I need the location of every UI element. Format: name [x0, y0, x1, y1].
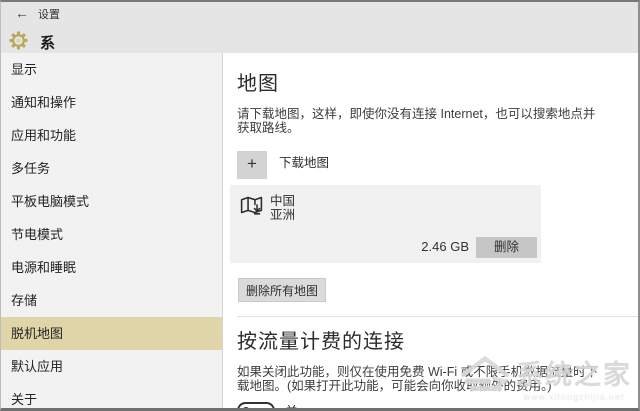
maps-description: 请下载地图，这样，即使你没有连接 Internet，也可以搜索地点并 获取路线。: [237, 107, 638, 135]
maps-description-line1: 请下载地图，这样，即使你没有连接 Internet，也可以搜索地点并: [237, 107, 596, 121]
toggle-state-label: 关: [285, 401, 298, 408]
delete-map-button[interactable]: 删除: [476, 237, 537, 258]
map-download-icon: [239, 194, 264, 224]
sidebar-item-about[interactable]: 关于: [1, 383, 222, 408]
sidebar-item-default-apps[interactable]: 默认应用: [1, 350, 222, 383]
back-button[interactable]: ←: [11, 4, 33, 22]
main-content: 地图 请下载地图，这样，即使你没有连接 Internet，也可以搜索地点并 获取…: [224, 53, 638, 408]
map-item-size: 2.46 GB: [421, 239, 469, 254]
maps-description-line2: 获取路线。: [237, 121, 300, 135]
titlebar: ← 设置: [1, 2, 638, 26]
sidebar-item-storage[interactable]: 存储: [1, 284, 222, 317]
section-divider: [237, 316, 638, 317]
settings-window: ← 设置 系统 显示: [0, 0, 640, 411]
delete-all-maps-button[interactable]: 删除所有地图: [238, 278, 327, 302]
map-item-country: 中国: [270, 194, 296, 208]
metered-toggle-row: 关: [237, 401, 638, 408]
map-item-name: 中国 亚洲: [270, 194, 295, 222]
plus-icon: +: [247, 154, 257, 173]
metered-toggle-switch[interactable]: [237, 402, 275, 408]
sidebar-item-battery-saver[interactable]: 节电模式: [1, 218, 222, 251]
back-arrow-icon: ←: [15, 5, 29, 21]
metered-description: 如果关闭此功能，则仅在使用免费 Wi-Fi 或不限手机数据流量时下 载地图。(如…: [237, 365, 638, 393]
sidebar-item-notifications[interactable]: 通知和操作: [1, 86, 222, 119]
app-title: 设置: [38, 9, 60, 21]
sidebar-item-tablet-mode[interactable]: 平板电脑模式: [1, 185, 222, 218]
sidebar-nav: 显示 通知和操作 应用和功能 多任务 平板电脑模式 节电模式 电源和睡眠 存储 …: [1, 53, 223, 408]
download-map-label: 下载地图: [279, 156, 330, 170]
sidebar-item-display[interactable]: 显示: [1, 53, 222, 86]
download-map-button[interactable]: +: [237, 151, 267, 179]
toggle-knob: [242, 406, 250, 408]
sidebar-item-offline-maps[interactable]: 脱机地图: [1, 317, 222, 350]
sidebar-item-multitasking[interactable]: 多任务: [1, 152, 222, 185]
metered-description-line2: 载地图。(如果打开此功能，可能会向你收取额外的费用。): [237, 379, 552, 393]
sidebar-item-power-sleep[interactable]: 电源和睡眠: [1, 251, 222, 284]
header-band: ← 设置 系统: [1, 2, 638, 73]
map-item-region: 亚洲: [270, 208, 296, 222]
metered-section-title: 按流量计费的连接: [237, 331, 405, 353]
metered-description-line1: 如果关闭此功能，则仅在使用免费 Wi-Fi 或不限手机数据流量时下: [237, 365, 599, 379]
gear-icon: [9, 31, 28, 50]
download-map-row: + 下载地图: [237, 151, 638, 179]
downloaded-map-card[interactable]: 中国 亚洲 2.46 GB 删除: [230, 185, 541, 263]
maps-section-title: 地图: [237, 73, 279, 95]
sidebar-item-apps-features[interactable]: 应用和功能: [1, 119, 222, 152]
